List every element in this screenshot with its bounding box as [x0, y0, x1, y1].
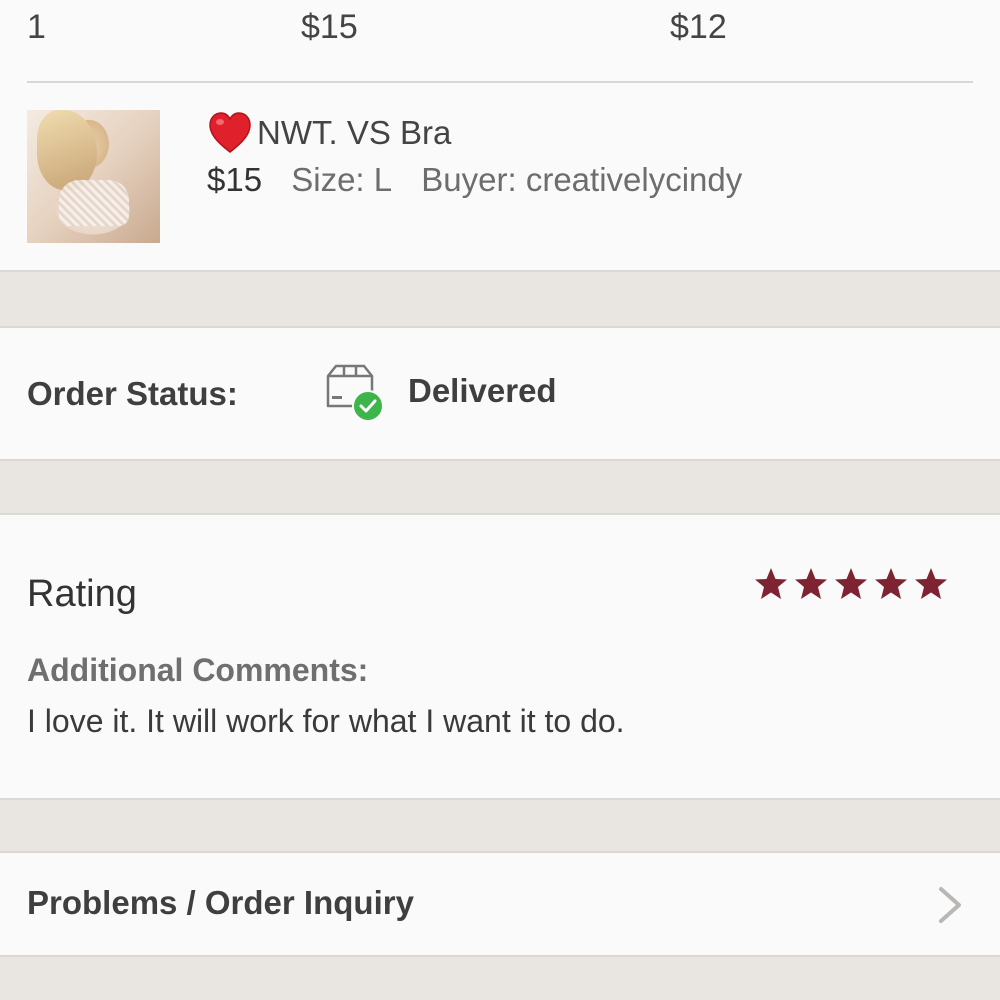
summary-quantity: 1 [27, 8, 46, 46]
item-size: Size: L [291, 161, 393, 198]
order-inquiry-label: Problems / Order Inquiry [27, 884, 414, 921]
order-summary-panel: 1 $15 $12 NWT. VS Bra $15 Size: L Buyer:… [0, 0, 1000, 272]
star-icon [835, 568, 867, 599]
star-icon [795, 568, 827, 599]
order-inquiry-row[interactable]: Problems / Order Inquiry [0, 851, 1000, 957]
rating-panel: Rating Additional Comments: I love it. I… [0, 513, 1000, 800]
item-buyer[interactable]: Buyer: creativelycindy [421, 161, 742, 198]
item-title: NWT. VS Bra [257, 114, 452, 151]
rating-stars [754, 567, 948, 601]
item-price: $15 [207, 161, 263, 198]
comments-text: I love it. It will work for what I want … [27, 703, 625, 739]
chevron-right-icon [939, 887, 961, 923]
summary-price: $15 [301, 8, 358, 46]
rating-title: Rating [27, 573, 137, 615]
item-thumbnail[interactable] [27, 110, 160, 243]
star-icon [875, 568, 907, 599]
star-icon [755, 568, 787, 599]
item-meta: $15 Size: L Buyer: creativelycindy [207, 161, 742, 199]
item-title-row[interactable]: NWT. VS Bra [207, 110, 451, 156]
order-status-label: Order Status: [27, 375, 238, 412]
thumbnail-detail [37, 110, 97, 190]
summary-divider [27, 81, 973, 83]
thumbnail-detail [59, 180, 129, 226]
summary-earnings: $12 [670, 8, 727, 46]
order-status-value: Delivered [408, 372, 557, 409]
heart-icon [209, 112, 251, 153]
delivered-box-icon [326, 364, 384, 422]
comments-label: Additional Comments: [27, 652, 369, 688]
star-icon [915, 568, 947, 599]
order-status-panel: Order Status: Delivered [0, 326, 1000, 461]
